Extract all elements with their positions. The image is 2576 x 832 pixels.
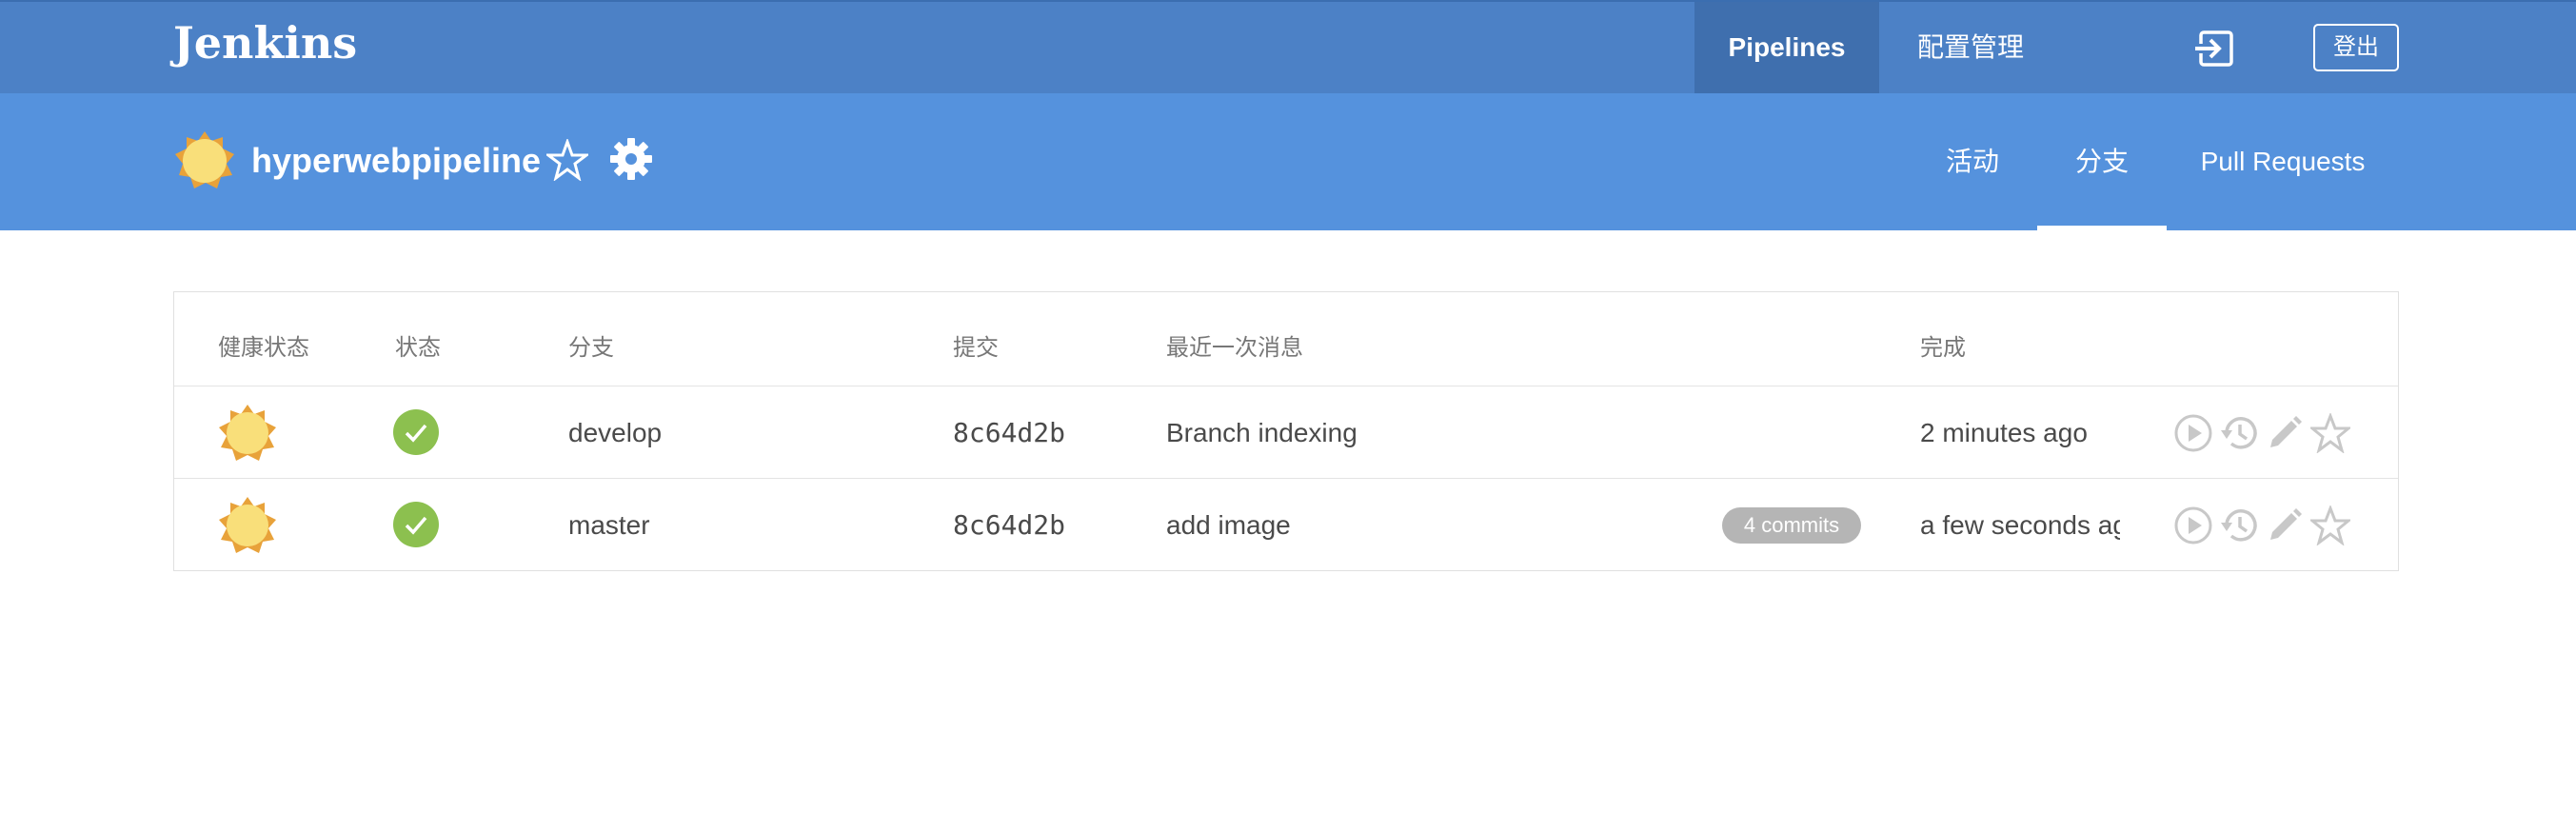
commit-hash[interactable]: 8c64d2b [953, 386, 1065, 479]
success-check-icon [393, 409, 439, 455]
history-icon[interactable] [2219, 413, 2259, 453]
edit-pencil-icon[interactable] [2265, 413, 2305, 453]
header-branch: 分支 [568, 335, 614, 361]
jenkins-logo[interactable]: Jenkins [173, 17, 357, 69]
run-icon[interactable] [2173, 505, 2213, 545]
commits-count-badge: 4 commits [1722, 507, 1861, 544]
branch-name: master [568, 510, 650, 540]
completed-time: 2 minutes ago [1920, 418, 2088, 447]
tab-pull-requests[interactable]: Pull Requests [2195, 93, 2370, 230]
branch-name: develop [568, 418, 663, 447]
last-message: Branch indexing [1166, 418, 1357, 447]
header-status: 状态 [395, 335, 441, 361]
weather-sunny-icon [219, 497, 276, 553]
last-message: add image [1166, 510, 1291, 540]
login-icon[interactable] [2195, 29, 2235, 69]
tab-branches[interactable]: 分支 [2037, 93, 2167, 230]
nav-pipelines[interactable]: Pipelines [1694, 2, 1879, 93]
settings-gear-icon[interactable] [609, 137, 653, 181]
favorite-star-icon[interactable] [2310, 413, 2350, 453]
logout-button[interactable]: 登出 [2313, 24, 2399, 71]
favorite-star-icon[interactable] [546, 139, 588, 181]
header-commit: 提交 [953, 335, 999, 361]
commit-hash[interactable]: 8c64d2b [953, 479, 1065, 571]
header-message: 最近一次消息 [1166, 335, 1303, 361]
success-check-icon [393, 502, 439, 547]
history-icon[interactable] [2219, 505, 2259, 545]
edit-pencil-icon[interactable] [2265, 505, 2305, 545]
pipeline-header: hyperwebpipeline 活动 分支 Pull Requests [0, 93, 2576, 230]
table-row[interactable]: develop 8c64d2b Branch indexing 2 minute… [174, 386, 2398, 479]
header-health: 健康状态 [218, 335, 309, 361]
pipeline-title[interactable]: hyperwebpipeline [251, 141, 541, 181]
nav-admin[interactable]: 配置管理 [1894, 2, 2047, 93]
tab-activity[interactable]: 活动 [1934, 93, 2011, 230]
branches-table: 健康状态 状态 分支 提交 最近一次消息 完成 develop 8c64d2b … [173, 291, 2399, 571]
top-navbar: Jenkins Pipelines 配置管理 登出 [0, 0, 2576, 93]
table-row[interactable]: master 8c64d2b add image 4 commits a few… [174, 478, 2398, 571]
weather-sunny-icon [175, 131, 234, 188]
favorite-star-icon[interactable] [2310, 505, 2350, 545]
header-completed: 完成 [1920, 335, 1966, 361]
completed-time: a few seconds ago [1920, 510, 2120, 540]
weather-sunny-icon [219, 405, 276, 461]
run-icon[interactable] [2173, 413, 2213, 453]
